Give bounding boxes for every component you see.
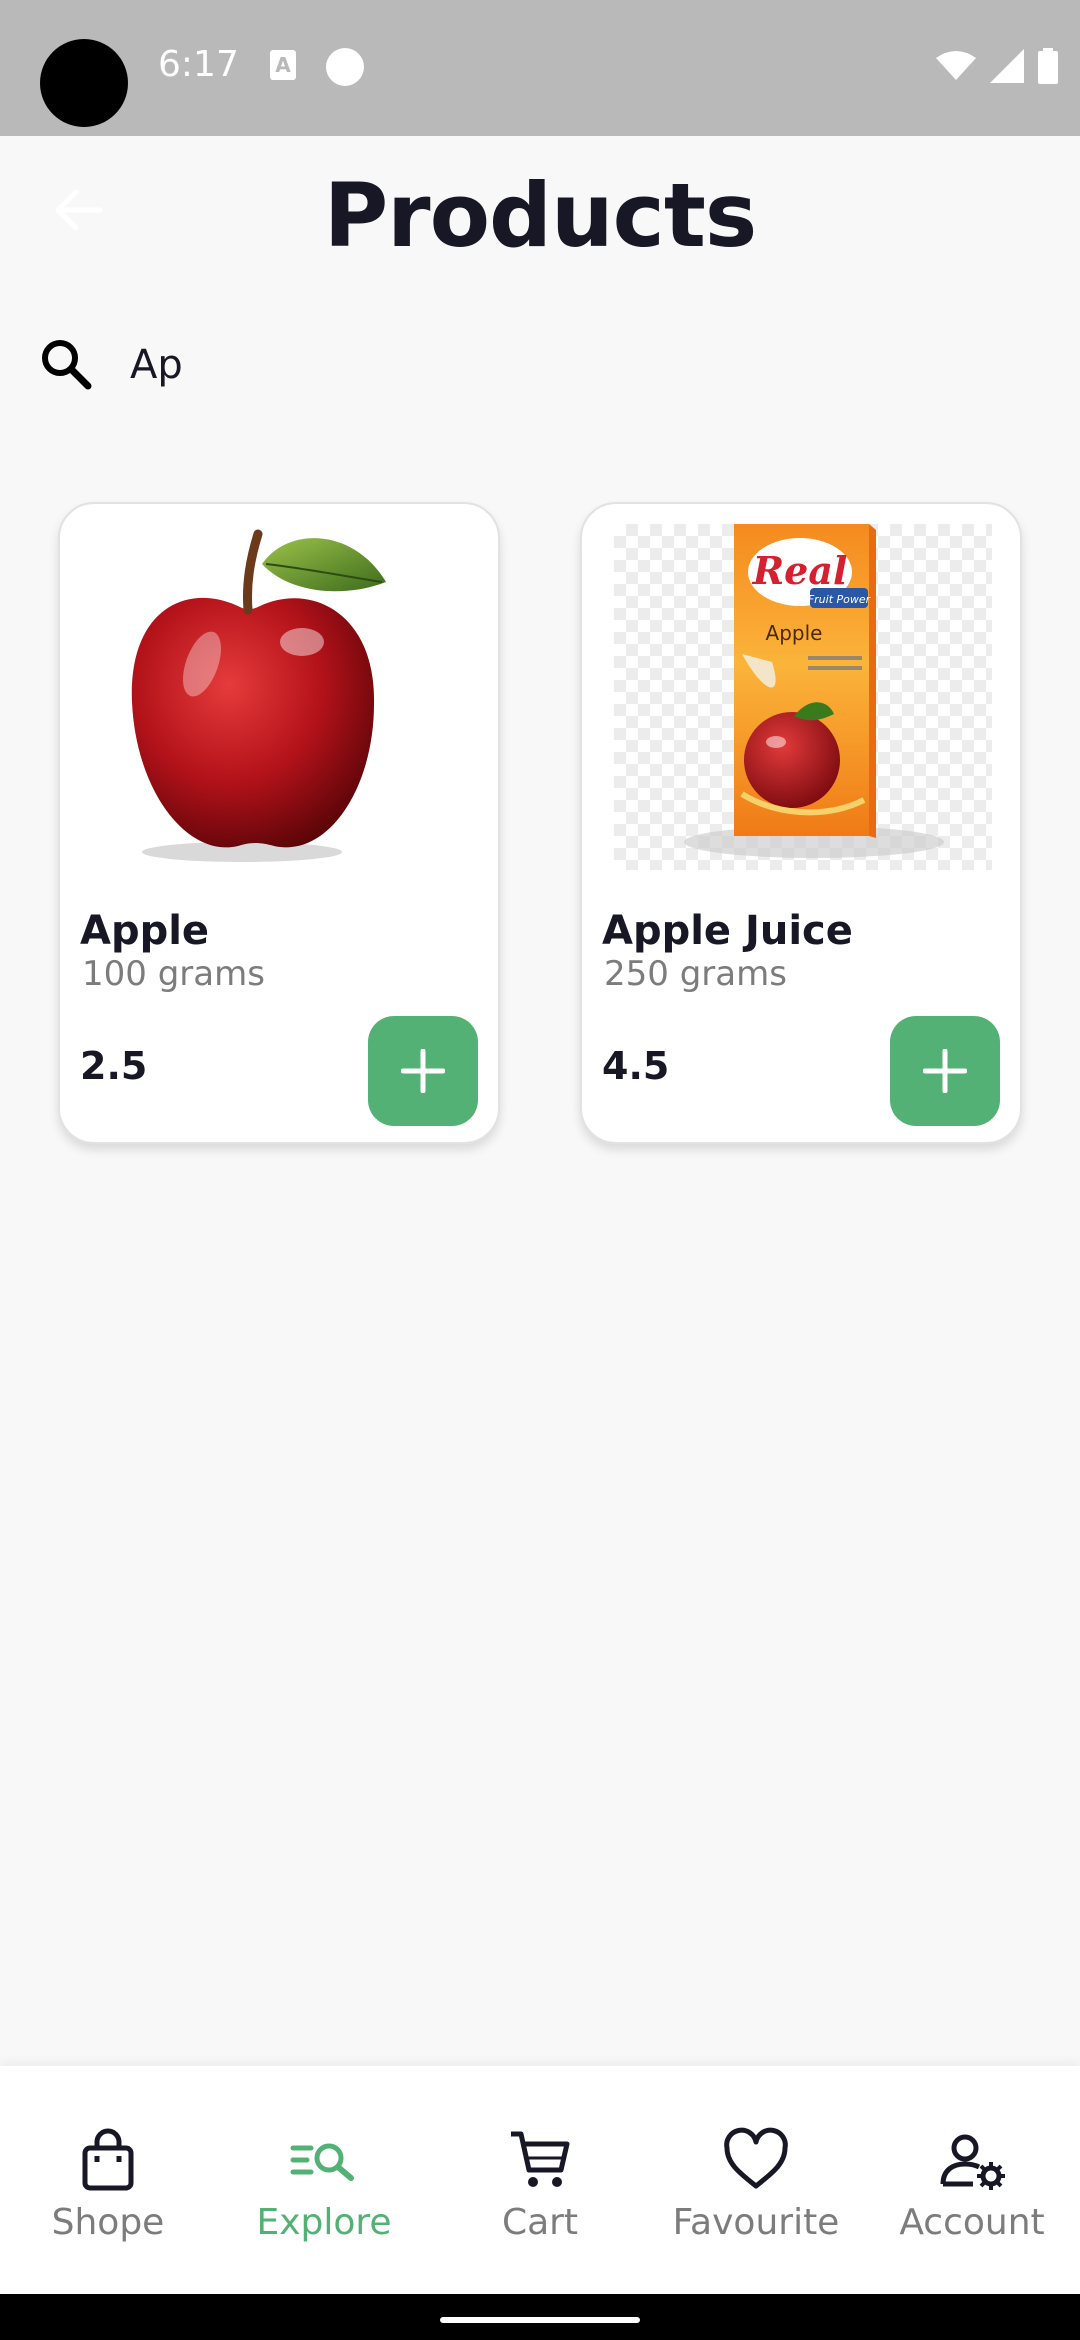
battery-icon [1038, 48, 1058, 84]
add-to-cart-button[interactable] [368, 1016, 478, 1126]
search-icon [42, 340, 92, 390]
product-weight: 100 grams [82, 954, 265, 994]
apple-image [131, 529, 386, 862]
p-notification-icon [326, 48, 364, 86]
bottom-navigation: Shope Explore Cart Favourite Account [0, 2066, 1080, 2294]
nav-explore[interactable]: Explore [216, 2066, 432, 2294]
product-image: Real Fruit Power Apple [614, 524, 992, 870]
plus-icon [923, 1049, 967, 1093]
nav-label: Explore [256, 2202, 392, 2243]
nav-label: Account [899, 2202, 1045, 2243]
explore-icon [290, 2143, 354, 2181]
wifi-icon [936, 51, 976, 80]
juice-subbrand: Fruit Power [808, 593, 872, 606]
juice-flavour: Apple [766, 621, 823, 645]
account-settings-icon [940, 2134, 1005, 2190]
nav-cart[interactable]: Cart [432, 2066, 648, 2294]
product-card-apple[interactable]: Apple 100 grams 2.5 [58, 502, 500, 1144]
add-to-cart-button[interactable] [890, 1016, 1000, 1126]
product-price: 2.5 [80, 1044, 148, 1088]
juice-carton-image: Real Fruit Power Apple [684, 524, 944, 858]
a-notification-icon: A [270, 50, 296, 80]
nav-label: Favourite [672, 2202, 840, 2243]
juice-brand: Real [752, 548, 848, 593]
nav-label: Cart [501, 2202, 579, 2243]
product-price: 4.5 [602, 1044, 670, 1088]
product-name: Apple [80, 908, 210, 954]
header: Products [0, 136, 1080, 286]
status-bar: 6:17 A [0, 0, 1080, 136]
product-name: Apple Juice [602, 908, 853, 954]
nav-shope[interactable]: Shope [0, 2066, 216, 2294]
product-weight: 250 grams [604, 954, 787, 994]
home-gesture-handle[interactable] [440, 2317, 640, 2323]
nav-favourite[interactable]: Favourite [648, 2066, 864, 2294]
signal-icon [990, 49, 1024, 83]
status-time: 6:17 [158, 44, 239, 85]
heart-icon [724, 2127, 788, 2189]
nav-account[interactable]: Account [864, 2066, 1080, 2294]
cart-icon [511, 2131, 570, 2187]
page-title: Products [323, 164, 758, 267]
shopping-bag-icon [82, 2128, 134, 2191]
plus-icon [401, 1049, 445, 1093]
product-image [92, 524, 470, 870]
search-input[interactable] [130, 334, 1010, 396]
gesture-bar [0, 2294, 1080, 2340]
product-card-apple-juice[interactable]: Real Fruit Power Apple Apple Juice 250 g… [580, 502, 1022, 1144]
nav-label: Shope [51, 2202, 165, 2243]
camera-cutout [40, 39, 128, 127]
search-bar [38, 330, 1038, 404]
